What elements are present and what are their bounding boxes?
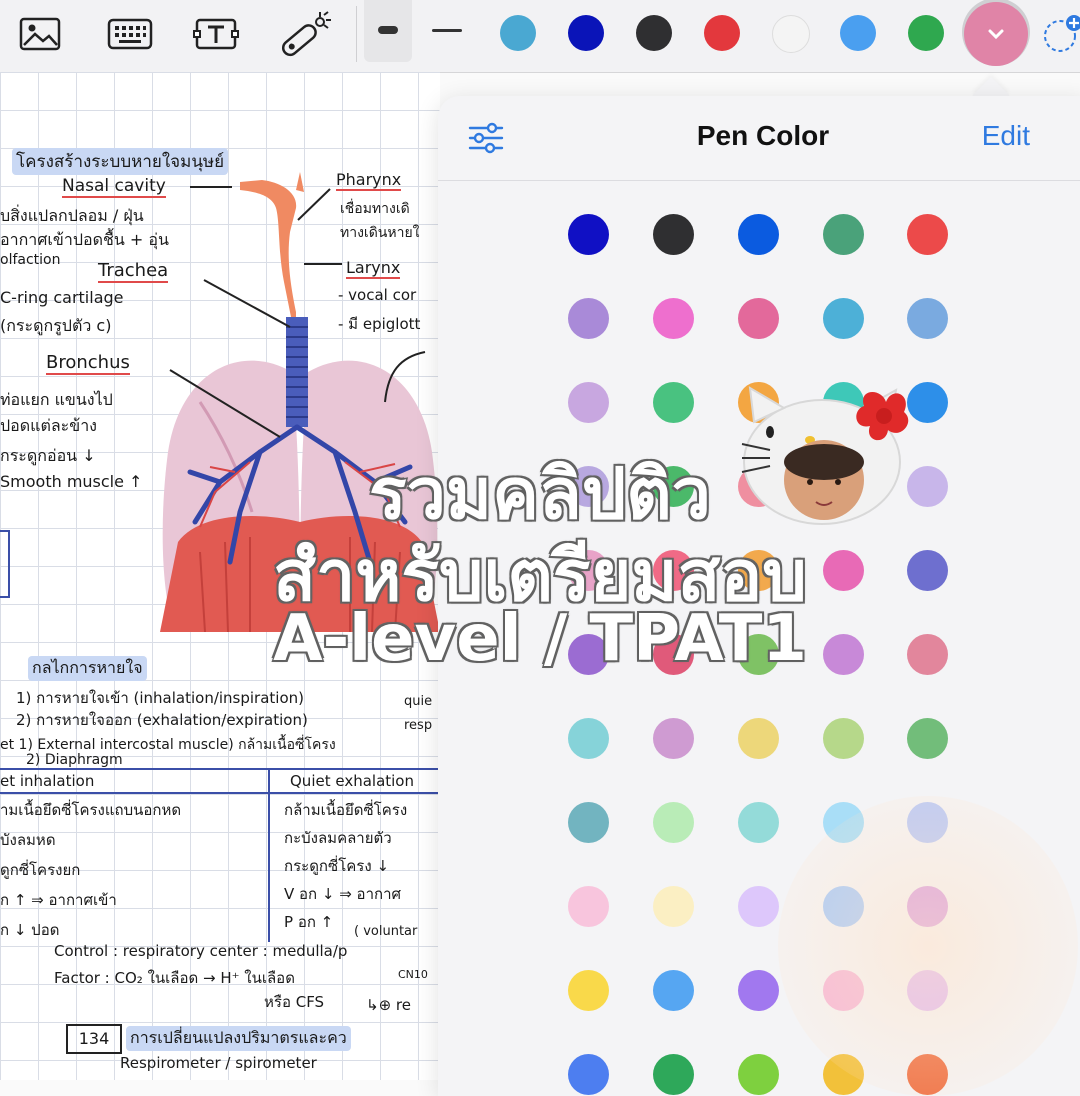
table-header-right: Quiet exhalation xyxy=(290,772,414,790)
nasal-cavity-label: Nasal cavity xyxy=(62,176,166,198)
lasso-add-icon[interactable] xyxy=(1040,14,1080,54)
color-swatch[interactable] xyxy=(568,718,609,759)
table-cell-left: บังลมหด xyxy=(0,831,56,849)
color-swatch[interactable] xyxy=(568,802,609,843)
color-swatch[interactable] xyxy=(653,1054,694,1095)
edit-button[interactable]: Edit xyxy=(982,120,1030,152)
overlay-title-line3: A-level / TPAT1 xyxy=(273,602,807,676)
toolbar-color-swatch[interactable] xyxy=(704,15,740,51)
chevron-down-icon xyxy=(988,29,1004,40)
mechanism-note: resp xyxy=(404,718,433,733)
color-swatch[interactable] xyxy=(653,214,694,255)
color-swatch[interactable] xyxy=(907,214,948,255)
larynx-note: - มี epiglott xyxy=(338,315,421,333)
color-swatch[interactable] xyxy=(568,214,609,255)
trachea-label: Trachea xyxy=(98,260,169,283)
toolbar-color-swatch[interactable] xyxy=(772,15,810,53)
color-swatch[interactable] xyxy=(653,886,694,927)
mechanism-item: 2) การหายใจออก (exhalation/expiration) xyxy=(16,711,308,729)
bronchus-label: Bronchus xyxy=(46,352,130,375)
res-line: ↳⊕ re xyxy=(366,996,411,1014)
respirometer-line: Respirometer / spirometer xyxy=(120,1054,317,1072)
color-swatch[interactable] xyxy=(907,382,948,423)
color-swatch[interactable] xyxy=(568,970,609,1011)
table-cell-left: ก ↓ ปอด xyxy=(0,921,60,939)
mechanism-item: 1) การหายใจเข้า (inhalation/inspiration) xyxy=(16,689,305,707)
table-divider xyxy=(268,768,270,942)
table-cell-right: V อก ↓ ⇒ อากาศ xyxy=(284,885,402,903)
notebook-title-heading: โครงสร้างระบบหายใจมนุษย์ xyxy=(12,148,229,175)
toolbar-color-swatch[interactable] xyxy=(568,15,604,51)
color-swatch[interactable] xyxy=(738,802,779,843)
toolbar-divider xyxy=(356,6,357,62)
color-swatch[interactable] xyxy=(653,382,694,423)
color-swatch[interactable] xyxy=(738,1054,779,1095)
voluntary-note: ( voluntar xyxy=(354,924,418,939)
nasal-note: อากาศเข้าปอดชื้น + อุ่น xyxy=(0,230,169,249)
trachea-note: C-ring cartilage xyxy=(0,288,124,307)
color-swatch[interactable] xyxy=(738,298,779,339)
color-swatch[interactable] xyxy=(823,298,864,339)
cfs-line: หรือ CFS xyxy=(264,993,325,1011)
larynx-label: Larynx xyxy=(346,258,401,279)
stroke-thin-button[interactable] xyxy=(420,0,472,62)
table-cell-right: กล้ามเนื้อยึดซี่โครง xyxy=(284,801,408,819)
muscle-line: 2) Diaphragm xyxy=(26,752,123,768)
color-swatch[interactable] xyxy=(568,298,609,339)
table-header-left: et inhalation xyxy=(0,772,95,790)
pharynx-label: Pharynx xyxy=(336,170,402,191)
table-cell-left: ามเนื้อยึดซี่โครงแถบนอกหด xyxy=(0,801,182,819)
table-top-rule xyxy=(0,768,440,770)
bronchus-note: ปอดแต่ละข้าง xyxy=(0,416,97,435)
cn-note: CN10 xyxy=(398,968,428,981)
color-swatch[interactable] xyxy=(568,382,609,423)
table-cell-right: กะบังลมคลายตัว xyxy=(284,829,392,847)
color-swatch[interactable] xyxy=(823,214,864,255)
color-swatch[interactable] xyxy=(653,718,694,759)
page-heading: การเปลี่ยนแปลงปริมาตรและคว xyxy=(126,1026,351,1051)
nasal-note: บสิ่งแปลกปลอม / ฝุ่น xyxy=(0,206,144,225)
toolbar-color-swatch[interactable] xyxy=(636,15,672,51)
color-swatch[interactable] xyxy=(568,886,609,927)
pharynx-note: เชื่อมทางเดิ xyxy=(340,201,410,217)
bronchus-note: ท่อแยก แขนงไป xyxy=(0,390,113,409)
table-cell-left: ดูกซี่โครงยก xyxy=(0,861,81,879)
laser-pointer-icon[interactable] xyxy=(276,8,332,60)
table-cell-right: P อก ↑ xyxy=(284,913,334,931)
table-header-rule xyxy=(0,792,440,794)
color-swatch[interactable] xyxy=(823,718,864,759)
mechanism-note: quie xyxy=(404,694,433,709)
background-glow xyxy=(778,796,1078,1096)
table-cell-left: ก ↑ ⇒ อากาศเข้า xyxy=(0,891,117,909)
nasal-note: olfaction xyxy=(0,252,61,268)
color-swatch[interactable] xyxy=(907,298,948,339)
color-swatch[interactable] xyxy=(568,1054,609,1095)
color-swatch[interactable] xyxy=(738,886,779,927)
toolbar-color-swatch[interactable] xyxy=(500,15,536,51)
color-swatch[interactable] xyxy=(653,298,694,339)
trachea-note: (กระดูกรูปตัว c) xyxy=(0,316,112,335)
color-swatch[interactable] xyxy=(653,970,694,1011)
color-swatch[interactable] xyxy=(738,214,779,255)
color-swatch[interactable] xyxy=(738,718,779,759)
popover-header: Pen Color Edit xyxy=(438,96,1080,181)
color-swatch[interactable] xyxy=(907,718,948,759)
stroke-thick-button[interactable] xyxy=(364,0,412,62)
image-icon[interactable] xyxy=(12,8,68,60)
selected-color-swatch[interactable] xyxy=(964,2,1028,66)
text-box-icon[interactable] xyxy=(188,8,244,60)
keyboard-icon[interactable] xyxy=(102,8,158,60)
toolbar-color-swatch[interactable] xyxy=(908,15,944,51)
pharynx-note: ทางเดินหายใ xyxy=(340,225,420,241)
table-cell-right: กระดูกซี่โครง ↓ xyxy=(284,857,390,875)
toolbar-color-swatch[interactable] xyxy=(840,15,876,51)
drawing-toolbar xyxy=(0,0,1080,73)
color-swatch[interactable] xyxy=(738,970,779,1011)
control-line: Control : respiratory center : medulla/p xyxy=(54,942,348,960)
color-swatch[interactable] xyxy=(653,802,694,843)
factor-line: Factor : CO₂ ในเลือด → H⁺ ในเลือด xyxy=(54,969,295,987)
larynx-note: - vocal cor xyxy=(338,286,417,304)
page-number-box: 134 xyxy=(66,1024,122,1054)
